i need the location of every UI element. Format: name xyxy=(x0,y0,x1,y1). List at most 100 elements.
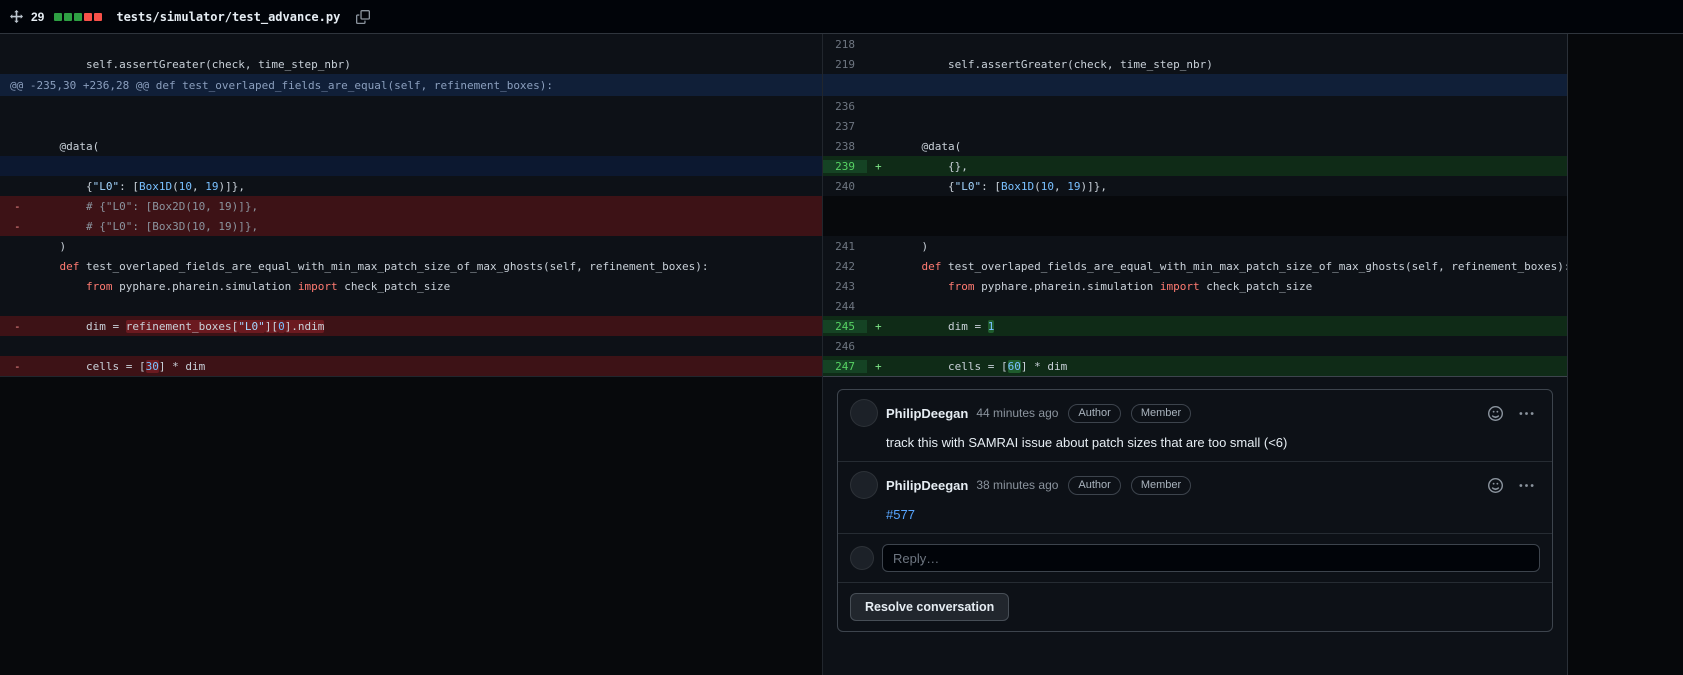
copy-icon[interactable] xyxy=(356,9,371,24)
line-number[interactable]: 243 xyxy=(823,280,867,293)
code-line: cells = [30] * dim xyxy=(33,359,206,373)
comment-body: track this with SAMRAI issue about patch… xyxy=(886,435,1288,450)
code-line: dim = 1 xyxy=(895,319,995,333)
diff-row-right: 246 xyxy=(823,336,1567,356)
code-line: {}, xyxy=(895,159,968,173)
comment-actions xyxy=(1488,477,1540,493)
author-badge: Author xyxy=(1068,403,1121,423)
code-line: self.assertGreater(check, time_step_nbr) xyxy=(895,57,1213,71)
code-line: ) xyxy=(895,239,929,253)
member-badge: Member xyxy=(1130,403,1192,423)
comment-header: PhilipDeegan 44 minutes ago Author Membe… xyxy=(838,390,1552,427)
code-line: {"L0": [Box1D(10, 19)]}, xyxy=(895,179,1107,193)
diff-row-right: 243 from pyphare.pharein.simulation impo… xyxy=(823,276,1567,296)
avatar[interactable] xyxy=(850,471,878,499)
diff-row-right xyxy=(823,196,1567,216)
line-number[interactable]: 245 xyxy=(823,319,867,333)
issue-link[interactable]: #577 xyxy=(838,499,1552,533)
comment-timestamp[interactable]: 38 minutes ago xyxy=(976,478,1058,492)
diff-sign: + xyxy=(875,319,882,333)
line-number[interactable]: 244 xyxy=(823,300,867,313)
diff-right-pane: 218 219 self.assertGreater(check, time_st… xyxy=(822,34,1568,675)
kebab-menu-icon[interactable] xyxy=(1519,478,1534,493)
code-line: self.assertGreater(check, time_step_nbr) xyxy=(33,57,351,71)
diffstat-block xyxy=(74,12,83,21)
line-number[interactable]: 241 xyxy=(823,240,867,253)
line-number[interactable]: 236 xyxy=(823,100,867,113)
line-number[interactable]: 238 xyxy=(823,140,867,153)
code-line: # {"L0": [Box2D(10, 19)]}, xyxy=(33,199,259,213)
diff-row-right xyxy=(823,74,1567,96)
diff-sign: - xyxy=(14,199,21,213)
avatar[interactable] xyxy=(850,399,878,427)
diff-row-left: - cells = [30] * dim xyxy=(0,356,822,376)
diff-row-left: def test_overlaped_fields_are_equal_with… xyxy=(0,256,822,276)
diff-row-right: 245 + dim = 1 xyxy=(823,316,1567,336)
diff-sign: + xyxy=(875,359,882,373)
diff-right-rows: 218 219 self.assertGreater(check, time_st… xyxy=(823,34,1567,376)
code-line: @data( xyxy=(33,139,100,153)
diff-row-right xyxy=(823,216,1567,236)
code-line: {"L0": [Box1D(10, 19)]}, xyxy=(33,179,245,193)
code-line: dim = refinement_boxes["L0"][0].ndim xyxy=(33,319,325,333)
line-number[interactable]: 246 xyxy=(823,340,867,353)
changed-lines-count: 29 xyxy=(31,9,45,24)
code-line: cells = [60] * dim xyxy=(895,359,1068,373)
diff-sign: - xyxy=(14,359,21,373)
diff-row-right: 238 @data( xyxy=(823,136,1567,156)
code-line: from pyphare.pharein.simulation import c… xyxy=(85,279,451,293)
diff-row-left: - # {"L0": [Box3D(10, 19)]}, xyxy=(0,216,822,236)
diffstat-block xyxy=(54,12,63,21)
avatar[interactable] xyxy=(850,546,874,570)
resolve-row: Resolve conversation xyxy=(838,582,1552,631)
diff-row-right: 241 ) xyxy=(823,236,1567,256)
review-thread-zone: PhilipDeegan 44 minutes ago Author Membe… xyxy=(823,376,1567,644)
diff-row-left xyxy=(0,336,822,356)
line-number[interactable]: 240 xyxy=(823,180,867,193)
review-comment: PhilipDeegan 44 minutes ago Author Membe… xyxy=(838,390,1552,461)
diff-row-left: from pyphare.pharein.simulation import c… xyxy=(0,276,822,296)
line-number[interactable]: 242 xyxy=(823,260,867,273)
line-number[interactable]: 219 xyxy=(823,58,867,71)
comment-timestamp[interactable]: 44 minutes ago xyxy=(976,406,1058,420)
reply-input[interactable] xyxy=(882,544,1540,572)
member-badge: Member xyxy=(1130,475,1192,495)
file-path[interactable]: tests/simulator/test_advance.py xyxy=(116,10,340,24)
diff-row-right: 237 xyxy=(823,116,1567,136)
line-number[interactable]: 237 xyxy=(823,120,867,133)
line-number[interactable]: 239 xyxy=(823,159,867,173)
line-number[interactable]: 218 xyxy=(823,38,867,51)
code-line: # {"L0": [Box3D(10, 19)]}, xyxy=(33,219,259,233)
diff-row-left xyxy=(0,34,822,54)
diff-row-right: 240 {"L0": [Box1D(10, 19)]}, xyxy=(823,176,1567,196)
diff-left-rows: self.assertGreater(check, time_step_nbr)… xyxy=(0,34,822,376)
comment-author[interactable]: PhilipDeegan xyxy=(886,406,968,421)
diff-review-screen: 29 tests/simulator/test_advance.py self.… xyxy=(0,0,1683,675)
diff-row-right: 244 xyxy=(823,296,1567,316)
reply-row xyxy=(838,533,1552,582)
diffstat-block xyxy=(84,12,93,21)
code-line: ) xyxy=(33,239,67,253)
diff-row-left: - dim = refinement_boxes["L0"][0].ndim xyxy=(0,316,822,336)
code-line: def test_overlaped_fields_are_equal_with… xyxy=(921,259,1568,273)
diff-sign: - xyxy=(14,319,21,333)
smiley-icon[interactable] xyxy=(1488,477,1503,493)
diffstat xyxy=(54,12,103,21)
kebab-menu-icon[interactable] xyxy=(1519,406,1534,421)
diffstat-block xyxy=(94,12,103,21)
review-comment: PhilipDeegan 38 minutes ago Author Membe… xyxy=(838,461,1552,533)
diff-row-left: - # {"L0": [Box2D(10, 19)]}, xyxy=(0,196,822,216)
code-line: from pyphare.pharein.simulation import c… xyxy=(947,279,1313,293)
comment-actions xyxy=(1488,405,1540,421)
diff-row-right: 219 self.assertGreater(check, time_step_… xyxy=(823,54,1567,74)
resolve-conversation-button[interactable]: Resolve conversation xyxy=(850,593,1010,621)
diff-row-left xyxy=(0,96,822,116)
move-icon[interactable] xyxy=(10,10,23,23)
diff-row-right: 247 + cells = [60] * dim xyxy=(823,356,1567,376)
smiley-icon[interactable] xyxy=(1488,405,1503,421)
review-thread: PhilipDeegan 44 minutes ago Author Membe… xyxy=(837,389,1553,632)
comment-author[interactable]: PhilipDeegan xyxy=(886,478,968,493)
line-number[interactable]: 247 xyxy=(823,359,867,373)
diff-row-left xyxy=(0,156,822,176)
diff-left-pane: self.assertGreater(check, time_step_nbr)… xyxy=(0,34,822,675)
